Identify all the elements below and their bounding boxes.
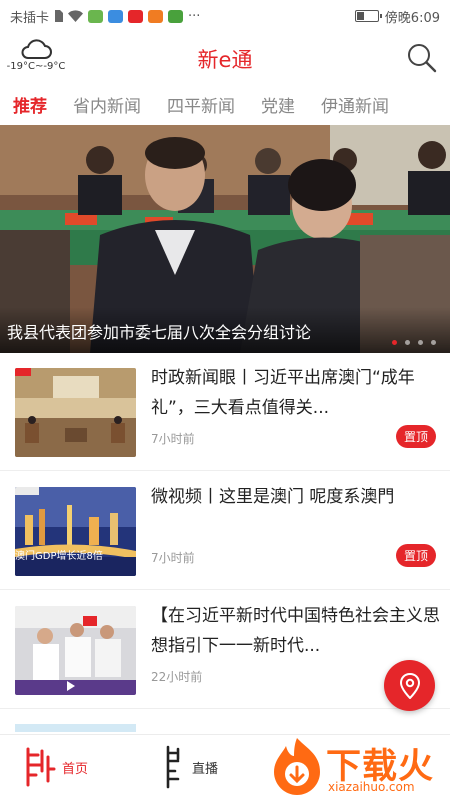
carrier-text: 未插卡 — [10, 10, 50, 26]
flame-logo-icon — [274, 738, 320, 795]
battery-icon — [354, 10, 382, 22]
bottom-navigation: 首页 直播 下载火 xiazaihuo.com — [0, 734, 450, 800]
sim-icon — [55, 10, 64, 22]
nav-live[interactable]: 直播 — [160, 745, 218, 789]
carousel-dot[interactable] — [405, 340, 410, 345]
video-notification-icon — [148, 9, 164, 23]
news-time: 22小时前 — [151, 670, 203, 684]
news-thumbnail — [15, 368, 136, 457]
location-pin-icon — [399, 672, 420, 699]
hero-banner[interactable]: 我县代表团参加市委七届八次全会分组讨论 — [0, 125, 450, 353]
news-item[interactable]: 时政新闻眼丨习近平出席澳门“成年礼”，三大看点值得关... 7小时前 置顶 — [0, 353, 450, 471]
news-notification-icon — [128, 9, 144, 23]
news-title: 【在习近平新时代中国特色社会主义思想指引下一一新时代... — [151, 606, 440, 656]
carousel-dot[interactable] — [431, 340, 436, 345]
news-thumbnail — [15, 606, 136, 695]
location-button[interactable] — [384, 660, 435, 711]
news-item[interactable]: 【在习近平新时代中国特色社会主义思想指引下一一新时代... 22小时前 — [0, 591, 450, 709]
tab-recommend[interactable]: 推荐 — [0, 92, 60, 117]
news-title: 时政新闻眼丨习近平出席澳门“成年礼”，三大看点值得关... — [151, 368, 415, 418]
clock: 傍晚6:09 — [384, 10, 440, 26]
watermark-logo: 下载火 xiazaihuo.com — [260, 734, 450, 800]
nav-home[interactable]: 首页 — [22, 745, 88, 789]
news-time: 7小时前 — [151, 432, 195, 446]
pinned-badge: 置顶 — [395, 544, 436, 567]
pinned-badge: 置顶 — [395, 425, 436, 448]
news-thumbnail-partial — [15, 724, 136, 732]
tab-province-news[interactable]: 省内新闻 — [60, 92, 154, 117]
app-title: 新e通 — [197, 48, 253, 72]
nav-live-label: 直播 — [192, 761, 219, 777]
wifi-icon — [68, 10, 84, 22]
more-notifications: ··· — [188, 8, 201, 24]
mongolian-script-home-icon — [26, 747, 56, 787]
news-title: 微视频丨这里是澳门 呢度系澳門 — [151, 487, 395, 507]
app-header: -19°C~-9°C 新e通 — [0, 32, 450, 84]
carousel-indicator — [392, 340, 436, 345]
hero-caption: 我县代表团参加市委七届八次全会分组讨论 — [7, 323, 312, 342]
thumb-caption: 澳门GDP增长近8倍 — [15, 551, 103, 562]
game-notification-icon — [168, 9, 184, 23]
carousel-dot[interactable] — [392, 340, 397, 345]
status-bar: 未插卡 ··· 傍晚6:09 — [0, 0, 450, 32]
mongolian-script-live-icon — [166, 745, 180, 789]
news-thumbnail: 澳门GDP增长近8倍 — [15, 487, 136, 576]
tab-party-building[interactable]: 党建 — [248, 92, 308, 117]
app-notification-icon — [108, 9, 124, 23]
news-item[interactable]: 澳门GDP增长近8倍 微视频丨这里是澳门 呢度系澳門 7小时前 置顶 — [0, 472, 450, 590]
watermark-url: xiazaihuo.com — [328, 780, 415, 794]
tab-yitong-news[interactable]: 伊通新闻 — [308, 92, 402, 117]
nav-home-label: 首页 — [62, 761, 89, 777]
search-button[interactable] — [406, 42, 438, 74]
carousel-dot[interactable] — [418, 340, 423, 345]
news-time: 7小时前 — [151, 551, 195, 565]
tab-siping-news[interactable]: 四平新闻 — [154, 92, 248, 117]
android-icon — [88, 9, 104, 23]
search-icon — [408, 44, 437, 73]
category-tabs: 推荐 省内新闻 四平新闻 党建 伊通新闻 — [0, 84, 450, 124]
